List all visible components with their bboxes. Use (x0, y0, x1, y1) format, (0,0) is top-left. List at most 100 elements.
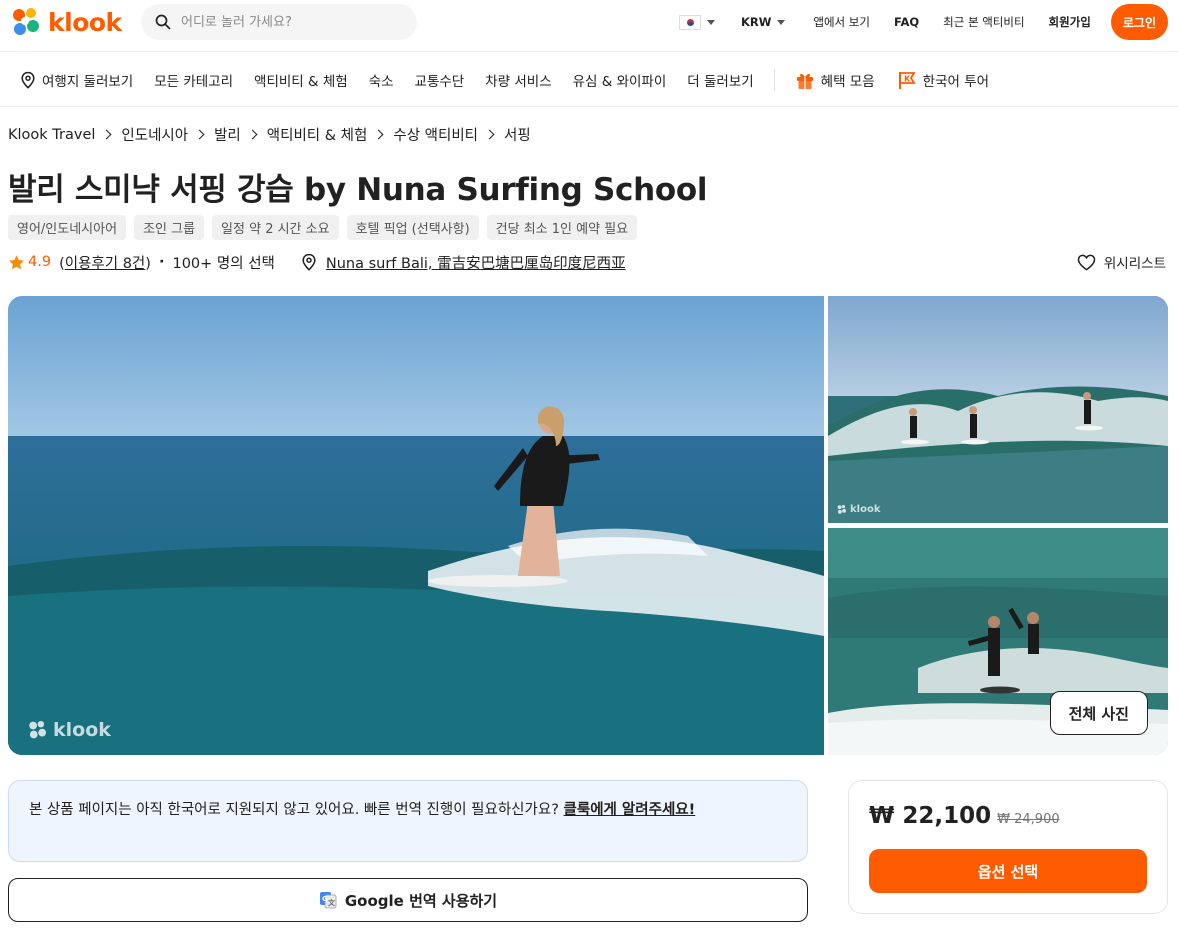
location-pin-icon (302, 253, 316, 271)
booking-card: ₩ 22,100 ₩ 24,900 옵션 선택 (848, 780, 1168, 914)
login-button[interactable]: 로그인 (1110, 4, 1168, 40)
header-actions: KRW 앱에서 보기 FAQ 최근 본 액티비티 회원가입 로그인 (678, 4, 1168, 40)
google-translate-label: Google 번역 사용하기 (344, 891, 498, 910)
page-title: 발리 스미냑 서핑 강습 by Nuna Surfing School (8, 172, 708, 208)
breadcrumb-item[interactable]: Klook Travel (8, 127, 95, 143)
wishlist-label: 위시리스트 (1103, 256, 1166, 272)
original-price: ₩ 24,900 (997, 812, 1060, 827)
search-input[interactable] (181, 14, 401, 30)
nav-item-label: 더 둘러보기 (687, 73, 754, 90)
search-icon (155, 14, 171, 30)
chevron-right-icon (484, 129, 495, 140)
nav-item-korean-tour[interactable]: K 한국어 투어 (897, 70, 989, 90)
nav-item-label: 모든 카테고리 (154, 73, 234, 90)
nav-item-label: 교통수단 (414, 73, 465, 90)
nav-item-destinations[interactable]: 여행지 둘러보기 (20, 70, 133, 90)
nav-item-activities[interactable]: 액티비티 & 체험 (254, 70, 348, 90)
secondary-photo[interactable]: 전체 사진 (828, 528, 1168, 755)
breadcrumb-item[interactable]: 인도네시아 (121, 124, 188, 145)
separator-dot: · (158, 254, 165, 270)
select-options-button[interactable]: 옵션 선택 (869, 849, 1147, 893)
category-nav: 여행지 둘러보기 모든 카테고리 액티비티 & 체험 숙소 교통수단 차량 서비… (0, 53, 1178, 107)
top-header: klook KRW 앱에서 보기 FAQ 최근 본 액티비티 회원가입 로그인 (0, 0, 1178, 52)
nav-item-all-categories[interactable]: 모든 카테고리 (154, 70, 233, 90)
nav-item-label: 숙소 (368, 73, 394, 90)
reviews-count: 이용후기 8건 (64, 255, 146, 272)
chevron-down-icon (777, 19, 786, 25)
rating-score: 4.9 (28, 254, 52, 270)
currency-selector[interactable]: KRW (740, 15, 786, 29)
brand-name: klook (48, 7, 122, 37)
nav-item-label: 유심 & 와이파이 (572, 73, 667, 90)
watermark-text: klook (53, 719, 111, 741)
svg-text:K: K (904, 74, 911, 83)
korea-flag-icon (678, 14, 701, 30)
klook-watermark: klook (26, 719, 111, 741)
nav-item-label: 혜택 모음 (820, 73, 875, 90)
current-price: ₩ 22,100 (869, 803, 992, 829)
all-photos-button[interactable]: 전체 사진 (1049, 691, 1148, 735)
nav-item-transport[interactable]: 교통수단 (415, 70, 465, 90)
klook-logo-icon (13, 8, 39, 35)
booked-count: 100+ 명의 선택 (172, 255, 275, 272)
recently-viewed-link[interactable]: 최근 본 액티비티 (943, 14, 1024, 30)
chevron-right-icon (194, 129, 205, 140)
currency-label: KRW (740, 15, 772, 29)
notice-text: 본 상품 페이지는 아직 한국어로 지원되지 않고 있어요. 빠른 번역 진행이… (29, 802, 564, 818)
chevron-right-icon (101, 129, 112, 140)
nav-divider (773, 68, 775, 91)
wishlist-button[interactable]: 위시리스트 (1077, 250, 1166, 274)
location-link[interactable]: Nuna surf Bali, 雷吉安巴塘巴厘岛印度尼西亚 (301, 252, 626, 273)
surfer-photo-image (8, 296, 824, 755)
reviews-link[interactable]: (이용후기 8건) (59, 252, 151, 273)
translation-notice: 본 상품 페이지는 아직 한국어로 지원되지 않고 있어요. 빠른 번역 진행이… (8, 780, 808, 862)
notify-klook-link[interactable]: 클룩에게 알려주세요! (564, 802, 696, 818)
tag-pickup: 호텔 픽업 (선택사항) (346, 215, 479, 240)
gift-icon (796, 73, 813, 89)
tag-language: 영어/인도네시아어 (8, 215, 127, 240)
secondary-photo[interactable]: klook (828, 296, 1168, 523)
tag-group: 조인 그룹 (134, 215, 205, 240)
klook-logo[interactable]: klook (8, 5, 122, 39)
nav-item-stays[interactable]: 숙소 (369, 70, 394, 90)
chevron-right-icon (373, 129, 384, 140)
breadcrumb-item[interactable]: 수상 액티비티 (393, 124, 478, 145)
language-selector[interactable] (678, 14, 715, 30)
price-block: ₩ 22,100 ₩ 24,900 (869, 803, 1060, 829)
search-bar[interactable] (141, 4, 417, 40)
google-translate-icon: G 文 (319, 892, 337, 909)
map-pin-icon (21, 71, 35, 89)
breadcrumb-item[interactable]: 발리 (214, 124, 241, 145)
faq-link[interactable]: FAQ (894, 15, 919, 29)
star-icon (9, 254, 24, 269)
chevron-down-icon (706, 19, 715, 25)
group-surfing-photo-image (828, 296, 1168, 523)
main-photo[interactable]: klook (8, 296, 824, 755)
breadcrumb-item[interactable]: 서핑 (504, 124, 531, 145)
klook-logo-icon (837, 504, 847, 514)
nav-item-deals[interactable]: 혜택 모음 (795, 70, 875, 90)
nav-item-car-services[interactable]: 차량 서비스 (485, 70, 551, 90)
breadcrumb-item[interactable]: 액티비티 & 체험 (267, 124, 368, 145)
nav-item-more[interactable]: 더 둘러보기 (687, 70, 753, 90)
activity-tags: 영어/인도네시아어 조인 그룹 일정 약 2 시간 소요 호텔 픽업 (선택사항… (8, 215, 638, 240)
klook-logo-icon (29, 720, 47, 739)
tag-min-booking: 건당 최소 1인 예약 필요 (486, 215, 638, 240)
chevron-right-icon (247, 129, 258, 140)
korean-tour-flag-icon: K (898, 71, 916, 89)
app-link[interactable]: 앱에서 보기 (813, 14, 870, 30)
tag-duration: 일정 약 2 시간 소요 (212, 215, 339, 240)
nav-item-label: 차량 서비스 (485, 73, 552, 90)
watermark-text: klook (850, 504, 881, 515)
svg-text:文: 文 (328, 898, 336, 907)
nav-item-label: 여행지 둘러보기 (42, 73, 134, 90)
activity-meta: 4.9 (이용후기 8건) · 100+ 명의 선택 Nuna surf Bal… (8, 250, 626, 274)
google-translate-button[interactable]: G 文 Google 번역 사용하기 (8, 878, 808, 922)
reviews-paren: ) (145, 255, 151, 272)
breadcrumb: Klook Travel 인도네시아 발리 액티비티 & 체험 수상 액티비티 … (8, 124, 531, 145)
nav-item-sim-wifi[interactable]: 유심 & 와이파이 (573, 70, 667, 90)
klook-watermark: klook (836, 504, 880, 515)
signup-link[interactable]: 회원가입 (1049, 14, 1091, 30)
nav-item-label: 액티비티 & 체험 (254, 73, 348, 90)
location-text: Nuna surf Bali, 雷吉安巴塘巴厘岛印度尼西亚 (325, 255, 626, 272)
